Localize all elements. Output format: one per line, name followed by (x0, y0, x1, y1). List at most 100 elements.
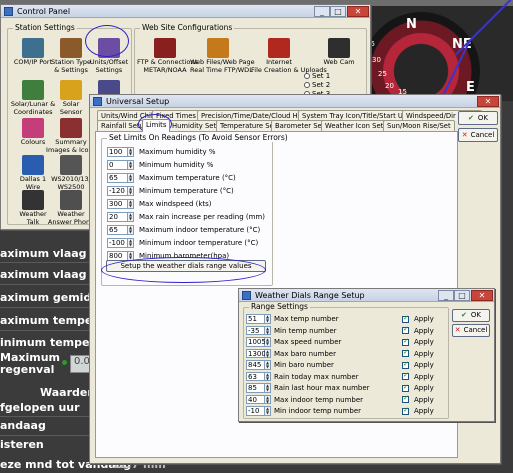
divider (0, 284, 100, 285)
apply-checkbox[interactable]: Apply (402, 371, 434, 381)
spinner-arrows[interactable]: ▲ ▼ (128, 147, 134, 157)
item-label: FTP & Connections METAR/NOAA (137, 58, 198, 74)
phone-icon (60, 190, 82, 210)
group-title: Web Site Configurations (140, 23, 235, 32)
apply-label: Apply (414, 349, 434, 358)
limit-value-input[interactable]: 0 (107, 160, 128, 170)
limit-label: Minimum temperature (°C) (139, 187, 234, 195)
cancel-button[interactable]: ✕ Cancel (458, 128, 498, 142)
range-value-input[interactable]: 845 (246, 360, 265, 370)
range-label: Min temp number (274, 326, 337, 335)
range-value-input[interactable]: 40 (246, 394, 265, 404)
range-label: Max baro number (274, 349, 336, 358)
range-label: Max speed number (274, 338, 342, 346)
apply-label: Apply (414, 338, 434, 346)
maximize-button[interactable]: □ (454, 290, 470, 301)
web-item-0[interactable]: FTP & Connections METAR/NOAA (137, 38, 198, 74)
spinner-arrows[interactable]: ▲ ▼ (265, 337, 271, 347)
limit-value-input[interactable]: -100 (107, 238, 128, 248)
tab-limits[interactable]: Limits (142, 119, 171, 132)
range-value-input[interactable]: 63 (246, 371, 265, 381)
tools-icon (60, 155, 82, 175)
range-value-input[interactable]: -35 (246, 325, 265, 335)
close-button[interactable]: ✕ (347, 6, 369, 17)
spinner-arrows[interactable]: ▲ ▼ (265, 348, 271, 358)
limit-value-input[interactable]: -120 (107, 186, 128, 196)
spinner-arrows[interactable]: ▲ ▼ (128, 238, 134, 248)
apply-checkbox[interactable]: Apply (402, 314, 434, 323)
group-title: Range Settings (249, 302, 310, 311)
spinner-arrows[interactable]: ▲ ▼ (128, 212, 134, 222)
limit-value-input[interactable]: 65 (107, 225, 128, 235)
dials-cancel-button[interactable]: ✕ Cancel (452, 324, 490, 337)
range-value-input[interactable]: 1300 (246, 348, 266, 358)
web-item-2[interactable]: Internet File Creation & Uploads (251, 38, 327, 74)
limit-row: 65 ▲ ▼ Maximum indoor temperature (°C) (107, 225, 272, 236)
radio-set-2[interactable]: Set 2 (304, 81, 330, 89)
apply-label: Apply (414, 395, 434, 404)
gauge-tick: 30 (372, 56, 381, 64)
dials-ok-button[interactable]: ✔ OK (452, 309, 490, 322)
apply-checkbox[interactable]: Apply (402, 383, 434, 392)
minimize-button[interactable]: _ (438, 290, 454, 301)
close-button[interactable]: ✕ (477, 96, 499, 107)
app-icon (4, 7, 13, 16)
range-label: Rain today max number (274, 372, 359, 381)
titlebar[interactable]: Universal Setup (90, 95, 500, 108)
limit-value-input[interactable]: 65 (107, 173, 128, 183)
palette-icon (22, 118, 44, 138)
apply-checkbox[interactable]: Apply (402, 406, 434, 415)
spinner-arrows[interactable]: ▲ ▼ (265, 371, 271, 381)
web-item-1[interactable]: Web Files/Web Page Real Time FTP/WDL (190, 38, 255, 74)
close-button[interactable]: ✕ (471, 290, 493, 301)
apply-label: Apply (414, 361, 434, 369)
apply-checkbox[interactable]: Apply (402, 325, 434, 335)
spinner-arrows[interactable]: ▲ ▼ (265, 394, 271, 404)
web-item-3[interactable]: Web Cam (311, 38, 367, 67)
webcam-icon (328, 38, 350, 58)
spinner-arrows[interactable]: ▲ ▼ (128, 199, 134, 209)
globe-icon (22, 80, 44, 100)
limit-label: Maximum humidity % (139, 148, 216, 156)
range-value-input[interactable]: 85 (246, 383, 265, 393)
apply-checkbox[interactable]: Apply (402, 394, 434, 404)
spinner-arrows[interactable]: ▲ ▼ (265, 314, 271, 324)
range-label: Max indoor temp number (274, 395, 364, 404)
range-label: Min indoor temp number (274, 407, 361, 415)
range-value-input[interactable]: 1005 (246, 337, 266, 347)
range-value-input[interactable]: 51 (246, 314, 265, 324)
spinner-arrows[interactable]: ▲ ▼ (128, 160, 134, 170)
tab-sun-moon[interactable]: Sun/Moon Rise/Set (383, 120, 455, 131)
item-label: Units/Offset Settings (89, 58, 129, 74)
compass-e: E (466, 80, 475, 95)
maximize-button[interactable]: □ (330, 6, 346, 17)
range-settings-group: Range Settings 51▲▼Max temp numberApply-… (243, 302, 449, 419)
spinner-arrows[interactable]: ▲ ▼ (128, 225, 134, 235)
divider (0, 262, 100, 263)
apply-checkbox[interactable]: Apply (402, 360, 434, 369)
apply-label: Apply (414, 407, 434, 415)
bg-label: andaag (0, 419, 46, 432)
apply-checkbox[interactable]: Apply (402, 348, 434, 358)
gauge-tick: 20 (385, 82, 394, 90)
limit-row: 100 ▲ ▼ Maximum humidity % (107, 147, 272, 158)
divider (0, 435, 100, 436)
spinner-arrows[interactable]: ▲ ▼ (265, 360, 271, 370)
range-label: Min baro number (274, 361, 334, 369)
item-label: Web Cam (323, 58, 355, 66)
spinner-arrows[interactable]: ▲ ▼ (128, 173, 134, 183)
minimize-button[interactable]: _ (314, 6, 330, 17)
spinner-arrows[interactable]: ▲ ▼ (265, 406, 271, 416)
limit-value-input[interactable]: 20 (107, 212, 128, 222)
ok-button[interactable]: ✔ OK (458, 111, 498, 125)
bg-label: fgelopen uur (0, 401, 80, 414)
status-dot (62, 360, 67, 365)
apply-checkbox[interactable]: Apply (402, 337, 434, 346)
spinner-arrows[interactable]: ▲ ▼ (265, 383, 271, 393)
spinner-arrows[interactable]: ▲ ▼ (265, 325, 271, 335)
limit-value-input[interactable]: 300 (107, 199, 128, 209)
limit-value-input[interactable]: 100 (107, 147, 128, 157)
range-value-input[interactable]: -10 (246, 406, 265, 416)
spinner-arrows[interactable]: ▲ ▼ (128, 186, 134, 196)
limit-label: Max rain increase per reading (mm) (139, 213, 265, 221)
